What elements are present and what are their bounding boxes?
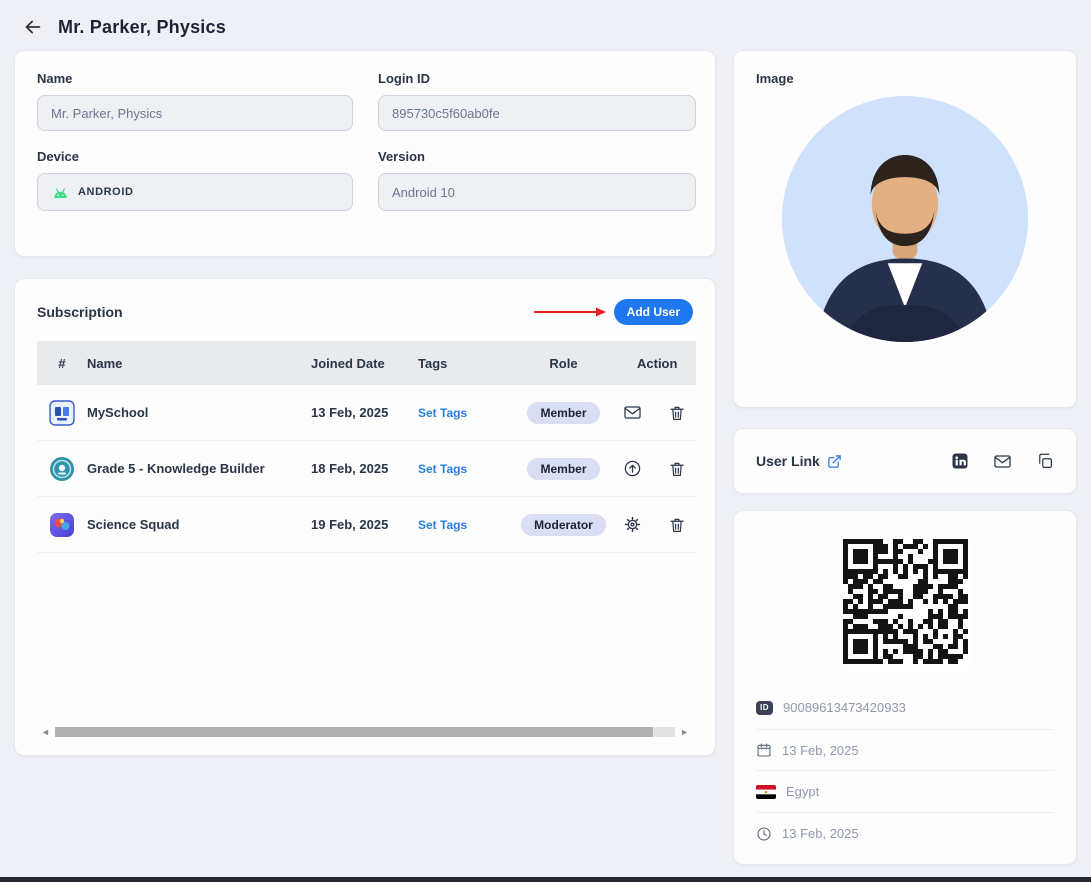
scrollbar-track[interactable] [54,727,676,737]
gear-icon [624,516,641,533]
subscription-card: Subscription Add User # Name Joined Date… [14,278,716,756]
row-joined-date: 18 Feb, 2025 [311,461,389,476]
external-link-icon[interactable] [827,454,842,469]
column-header-role: Role [549,355,578,371]
version-label: Version [378,149,425,164]
scroll-right-arrow[interactable]: ► [680,727,689,737]
calendar-icon [757,743,771,757]
clock-icon [757,827,771,841]
user-link-title: User Link [756,453,820,469]
device-field-group: Device ANDROID [37,149,353,211]
horizontal-scrollbar: ◄ ► [37,727,693,737]
row-joined-date: 19 Feb, 2025 [311,517,389,532]
scrollbar-thumb[interactable] [54,727,654,737]
table-row: Science Squad 19 Feb, 2025 Set Tags Mode… [37,497,696,553]
set-tags-link[interactable]: Set Tags [418,462,467,476]
bottom-bar [0,877,1091,882]
page-title: Mr. Parker, Physics [58,16,226,37]
device-field[interactable]: ANDROID [37,173,353,211]
image-label: Image [756,71,794,86]
arrow-left-icon [25,20,41,34]
user-link-card: User Link [733,428,1077,494]
role-badge: Member [527,457,600,480]
user-id-value: 90089613473420933 [783,700,906,716]
table-row: MySchool 13 Feb, 2025 Set Tags Member [37,385,696,441]
login-id-field-group: Login ID [378,71,696,131]
joined-date-value: 13 Feb, 2025 [782,742,859,758]
id-icon: ID [756,700,773,715]
column-header-tags: Tags [418,355,448,371]
login-id-label: Login ID [378,71,430,86]
details-card: ID 90089613473420933 13 Feb, 2025 Egypt … [733,510,1077,865]
image-card: Image [733,50,1077,408]
subscription-title: Subscription [37,304,123,320]
country-row: Egypt [756,770,1054,812]
myschool-logo-icon [49,399,75,426]
name-field[interactable] [37,95,353,131]
role-badge: Moderator [521,513,606,536]
row-name: Science Squad [87,517,180,532]
mail-icon [624,406,641,419]
role-badge: Member [527,401,600,424]
page-header: Mr. Parker, Physics [0,0,1091,50]
trash-icon [670,406,684,420]
updated-date-row: 13 Feb, 2025 [756,812,1054,854]
delete-button[interactable] [668,460,686,478]
red-annotation-arrow [533,307,606,317]
avatar-photo [782,96,1028,342]
device-label: Device [37,149,79,164]
grade5-logo-icon [50,456,74,481]
version-field[interactable] [378,173,696,211]
set-tags-link[interactable]: Set Tags [418,518,467,532]
promote-button[interactable] [623,459,642,478]
message-button[interactable] [623,403,642,422]
scroll-left-arrow[interactable]: ◄ [41,727,50,737]
set-tags-link[interactable]: Set Tags [418,406,467,420]
column-header-joined: Joined Date [311,355,385,371]
trash-icon [670,518,684,532]
user-detail-page: Mr. Parker, Physics Name Login ID Device [0,0,1091,882]
science-squad-logo-icon [50,512,74,537]
column-header-action: Action [637,355,678,371]
joined-date-row: 13 Feb, 2025 [756,728,1054,771]
name-label: Name [37,71,73,86]
avatar [782,96,1028,342]
profile-form-card: Name Login ID Device [14,50,716,257]
linkedin-icon[interactable] [951,452,969,470]
manage-settings-button[interactable] [623,515,642,534]
device-value: ANDROID [78,186,134,198]
egypt-flag-icon [756,784,776,799]
country-value: Egypt [786,784,820,800]
subscription-table: # Name Joined Date Tags Role Action MySc… [37,341,696,553]
row-joined-date: 13 Feb, 2025 [311,405,389,420]
back-button[interactable] [20,14,46,40]
android-icon [54,187,67,198]
name-field-group: Name [37,71,353,131]
updated-date-value: 13 Feb, 2025 [782,826,859,842]
table-row: Grade 5 - Knowledge Builder 18 Feb, 2025… [37,441,696,497]
column-header-num: # [58,355,66,371]
login-id-field[interactable] [378,95,696,131]
trash-icon [670,462,684,476]
delete-button[interactable] [668,516,686,534]
row-name: Grade 5 - Knowledge Builder [87,461,265,476]
add-user-button[interactable]: Add User [613,299,693,325]
delete-button[interactable] [668,404,686,422]
copy-icon[interactable] [1036,452,1054,470]
user-id-row: ID 90089613473420933 [756,687,1054,729]
qr-code [840,537,970,671]
table-header-row: # Name Joined Date Tags Role Action [37,341,696,385]
version-field-group: Version [378,149,696,211]
mail-icon[interactable] [993,452,1012,471]
row-name: MySchool [87,405,149,420]
upload-circle-icon [624,460,641,477]
column-header-name: Name [87,355,123,371]
